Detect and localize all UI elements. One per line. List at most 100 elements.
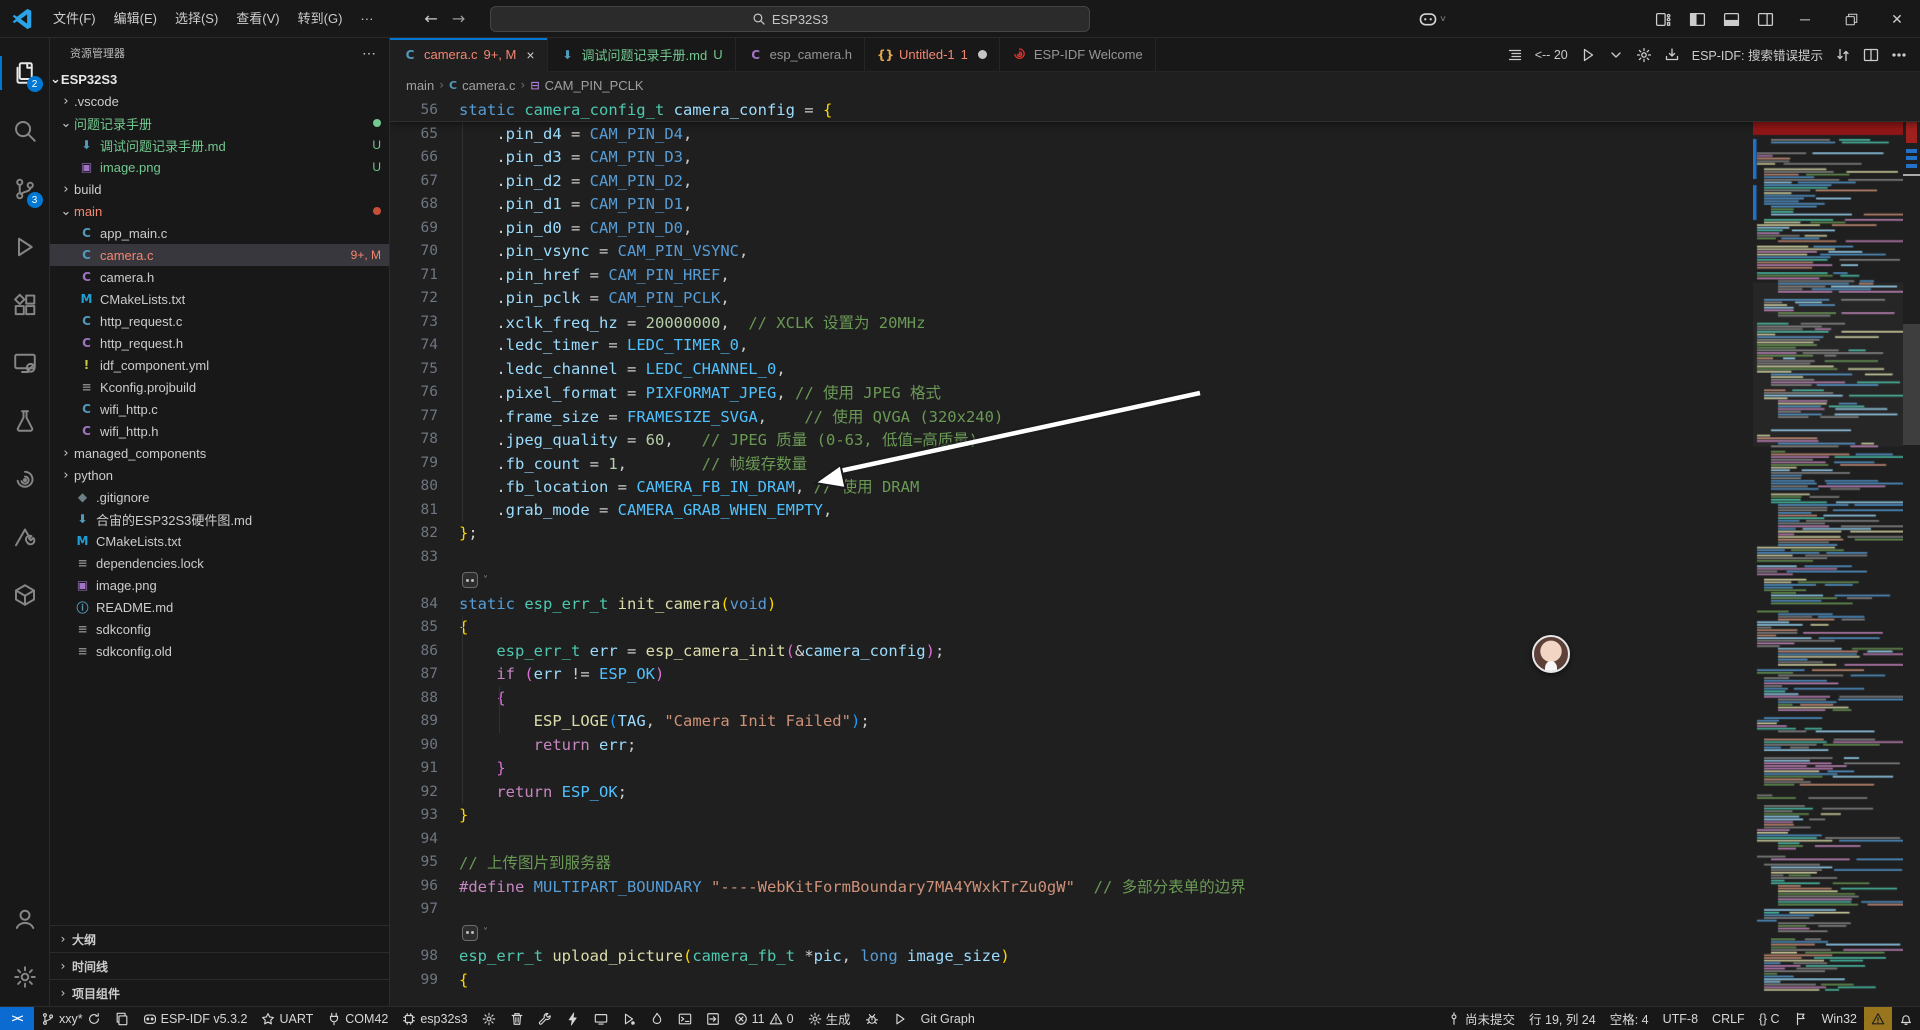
status-terminal-icon[interactable] (671, 1007, 699, 1030)
code-line-66[interactable]: 66 .pin_d3 = CAM_PIN_D3, (390, 146, 1920, 170)
tree-item-app_main.c[interactable]: Capp_main.c (50, 222, 389, 244)
minimize-button[interactable]: ─ (1782, 0, 1828, 38)
nav-forward-icon[interactable]: → (452, 9, 465, 28)
code-line-93[interactable]: 93} (390, 804, 1920, 828)
tree-item-image.png[interactable]: ▣image.png (50, 574, 389, 596)
code-line-75[interactable]: 75 .ledc_channel = LEDC_CHANNEL_0, (390, 357, 1920, 381)
tree-item-wifi_http.h[interactable]: Cwifi_http.h (50, 420, 389, 442)
status-star-icon[interactable]: UART (254, 1007, 320, 1030)
code-line-71[interactable]: 71 .pin_href = CAM_PIN_HREF, (390, 263, 1920, 287)
tree-item-wifi_http.c[interactable]: Cwifi_http.c (50, 398, 389, 420)
status-flag-icon[interactable] (1787, 1007, 1815, 1030)
status-zap-icon[interactable] (559, 1007, 587, 1030)
tab-camera.c[interactable]: Ccamera.c9+, M× (390, 38, 548, 72)
restore-button[interactable] (1828, 0, 1874, 38)
breadcrumb-item-camera.c[interactable]: camera.c (462, 78, 515, 93)
status-files-icon[interactable] (108, 1007, 136, 1030)
menu-转到[interactable]: 转到(G) (289, 6, 352, 32)
splitpanel-icon[interactable] (1858, 42, 1884, 68)
code-line-87[interactable]: 87 if (err != ESP_OK) (390, 663, 1920, 687)
breadcrumb-item-CAM_PIN_PCLK[interactable]: CAM_PIN_PCLK (545, 78, 644, 93)
more-icon[interactable] (1886, 42, 1912, 68)
status-milestone-icon[interactable]: 尚未提交 (1440, 1007, 1522, 1030)
tree-item-问题记录手册[interactable]: ⌄问题记录手册 (50, 112, 389, 134)
code-line-80[interactable]: 80 .fb_location = CAMERA_FB_IN_DRAM, // … (390, 475, 1920, 499)
activity-tools-triangle-icon[interactable] (0, 508, 50, 566)
tree-item-image.png[interactable]: ▣image.pngU (50, 156, 389, 178)
activity-account-icon[interactable] (0, 890, 50, 948)
status-octo-icon[interactable]: ESP-IDF v5.3.2 (136, 1007, 255, 1030)
activity-remote-explorer-icon[interactable] (0, 334, 50, 392)
activity-espidf-icon[interactable] (0, 450, 50, 508)
status-flame-icon[interactable] (643, 1007, 671, 1030)
status-CRLF[interactable]: CRLF (1705, 1007, 1752, 1030)
tree-item-合宙的ESP32S3硬件图.md[interactable]: ⬇合宙的ESP32S3硬件图.md (50, 508, 389, 530)
code-line-73[interactable]: 73 .xclk_freq_hz = 20000000, // XCLK 设置为… (390, 310, 1920, 334)
code-line-86[interactable]: 86 esp_err_t err = esp_camera_init(&came… (390, 639, 1920, 663)
tree-item-CMakeLists.txt[interactable]: MCMakeLists.txt (50, 530, 389, 552)
close-icon[interactable]: × (526, 47, 534, 63)
status-play-icon[interactable] (886, 1007, 914, 1030)
action-<-- 20[interactable]: <-- 20 (1530, 42, 1573, 68)
code-line-92[interactable]: 92 return ESP_OK; (390, 780, 1920, 804)
listtree-icon[interactable] (1502, 42, 1528, 68)
activity-explorer-icon[interactable]: 2 (0, 44, 50, 102)
code-line-88[interactable]: 88 { (390, 686, 1920, 710)
status-Git Graph[interactable]: Git Graph (914, 1007, 982, 1030)
command-center-search[interactable]: ESP32S3 (490, 6, 1090, 32)
activity-run-debug-icon[interactable] (0, 218, 50, 276)
code-line-84[interactable]: 84static esp_err_t init_camera(void) (390, 592, 1920, 616)
code-line-70[interactable]: 70 .pin_vsync = CAM_PIN_VSYNC, (390, 240, 1920, 264)
tab-ESP-IDF Welcome[interactable]: ESP-IDF Welcome (1000, 38, 1156, 71)
tree-item-.vscode[interactable]: ›.vscode (50, 90, 389, 112)
activity-source-control-icon[interactable]: 3 (0, 160, 50, 218)
tree-item-CMakeLists.txt[interactable]: MCMakeLists.txt (50, 288, 389, 310)
tab-esp_camera.h[interactable]: Cesp_camera.h (736, 38, 865, 71)
tree-item-camera.c[interactable]: Ccamera.c9+, M (50, 244, 389, 266)
status-trash-icon[interactable] (503, 1007, 531, 1030)
toggle-panel-icon[interactable] (1714, 0, 1748, 38)
tree-item-sdkconfig[interactable]: ≡sdkconfig (50, 618, 389, 640)
code-line-56[interactable]: 56static camera_config_t camera_config =… (390, 98, 832, 122)
minimap[interactable] (1753, 98, 1903, 1006)
status-gear-icon[interactable] (475, 1007, 503, 1030)
code-line-98[interactable]: 98esp_err_t upload_picture(camera_fb_t *… (390, 945, 1920, 969)
close-button[interactable]: ✕ (1874, 0, 1920, 38)
menu-编辑[interactable]: 编辑(E) (105, 6, 166, 32)
code-line-81[interactable]: 81 .grab_mode = CAMERA_GRAB_WHEN_EMPTY, (390, 498, 1920, 522)
code-line-76[interactable]: 76 .pixel_format = PIXFORMAT_JPEG, // 使用… (390, 381, 1920, 405)
compare-icon[interactable] (1830, 42, 1856, 68)
tree-item-python[interactable]: ›python (50, 464, 389, 486)
tree-item-README.md[interactable]: ⓘREADME.md (50, 596, 389, 618)
customize-layout-icon[interactable] (1646, 0, 1680, 38)
tab-调试问题记录手册.md[interactable]: ⬇调试问题记录手册.mdU (548, 38, 736, 71)
status-空格: 4[interactable]: 空格: 4 (1603, 1007, 1656, 1030)
code-line-89[interactable]: 89 ESP_LOGE(TAG, "Camera Init Failed"); (390, 710, 1920, 734)
menu-查看[interactable]: 查看(V) (227, 6, 288, 32)
activity-cube-icon[interactable] (0, 566, 50, 624)
status-remote-icon[interactable]: >< (0, 1007, 34, 1030)
status-import-icon[interactable] (699, 1007, 727, 1030)
menu-文件[interactable]: 文件(F) (44, 6, 105, 32)
status-UTF-8[interactable]: UTF-8 (1656, 1007, 1705, 1030)
code-line-94[interactable]: 94 (390, 827, 1920, 851)
code-line-69[interactable]: 69 .pin_d0 = CAM_PIN_D0, (390, 216, 1920, 240)
code-line-72[interactable]: 72 .pin_pclk = CAM_PIN_PCLK, (390, 287, 1920, 311)
run-icon[interactable] (1575, 42, 1601, 68)
tree-item-http_request.h[interactable]: Chttp_request.h (50, 332, 389, 354)
sidebar-panel-项目组件[interactable]: ›项目组件 (50, 979, 389, 1006)
code-line-83[interactable]: 83 (390, 545, 1920, 569)
breadcrumb[interactable]: main›Ccamera.c›⊟CAM_PIN_PCLK (390, 72, 1920, 98)
code-line-77[interactable]: 77 .frame_size = FRAMESIZE_SVGA, // 使用 Q… (390, 404, 1920, 428)
code-editor[interactable]: 56static camera_config_t camera_config =… (390, 98, 1920, 1006)
sidebar-panel-时间线[interactable]: ›时间线 (50, 952, 389, 979)
status-error-icon[interactable]: 110 (727, 1007, 801, 1030)
sidebar-panel-大纲[interactable]: ›大纲 (50, 925, 389, 952)
code-line-65[interactable]: 65 .pin_d4 = CAM_PIN_D4, (390, 122, 1920, 146)
nav-back-icon[interactable]: ← (424, 9, 437, 28)
tree-item-camera.h[interactable]: Ccamera.h (50, 266, 389, 288)
status-Win32[interactable]: Win32 (1815, 1007, 1864, 1030)
status-bug-icon[interactable] (858, 1007, 886, 1030)
tree-item-build[interactable]: ›build (50, 178, 389, 200)
breadcrumb-item-main[interactable]: main (406, 78, 434, 93)
